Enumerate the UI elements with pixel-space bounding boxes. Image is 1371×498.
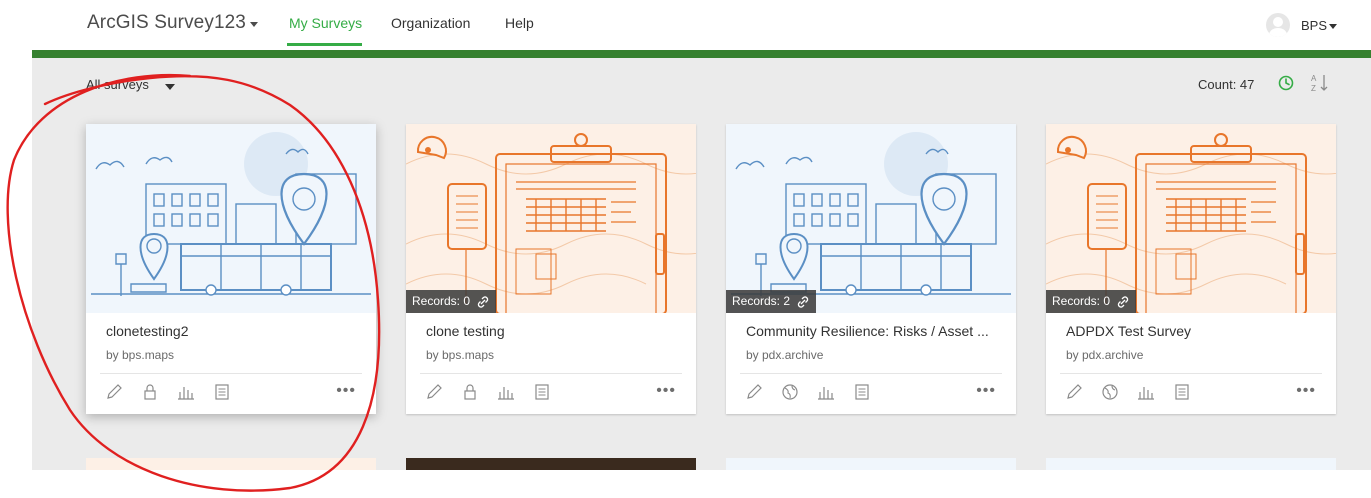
analyze-icon[interactable] — [816, 382, 836, 402]
svg-text:A: A — [1311, 74, 1317, 83]
more-options-button[interactable]: ••• — [336, 383, 356, 399]
records-badge: Records: 2 — [726, 290, 817, 313]
link-icon[interactable] — [796, 295, 810, 309]
globe-icon[interactable] — [1100, 382, 1120, 402]
records-count: Records: 2 — [732, 294, 791, 308]
records-count: Records: 0 — [412, 294, 471, 308]
app-switcher-chevron-icon[interactable] — [250, 22, 258, 27]
more-options-button[interactable]: ••• — [656, 383, 676, 399]
filter-chevron-down-icon[interactable] — [165, 84, 175, 90]
survey-card[interactable]: Records: 0 ADPDX Test Survey by pdx.arch… — [1046, 124, 1336, 414]
clipboard-illustration — [406, 124, 696, 313]
survey-title[interactable]: Community Resilience: Risks / Asset ... — [746, 323, 1001, 339]
data-icon[interactable] — [532, 382, 552, 402]
survey-owner: by pdx.archive — [1066, 348, 1144, 362]
survey-thumbnail[interactable]: Records: 0 — [406, 124, 696, 313]
edit-icon[interactable] — [1064, 382, 1084, 402]
lock-icon[interactable] — [460, 382, 480, 402]
survey-owner: by pdx.archive — [746, 348, 824, 362]
user-menu-chevron-icon — [1329, 24, 1337, 29]
edit-icon[interactable] — [104, 382, 124, 402]
city-bus-illustration — [86, 124, 376, 313]
more-options-button[interactable]: ••• — [1296, 383, 1316, 399]
survey-card-partial[interactable] — [726, 458, 1016, 470]
city-bus-illustration — [726, 124, 1016, 313]
divider — [740, 373, 1002, 374]
nav-active-indicator — [287, 43, 362, 46]
edit-icon[interactable] — [424, 382, 444, 402]
data-icon[interactable] — [212, 382, 232, 402]
data-icon[interactable] — [1172, 382, 1192, 402]
survey-count: Count: 47 — [1198, 77, 1255, 92]
survey-title[interactable]: clone testing — [426, 323, 681, 339]
survey-card-partial[interactable] — [406, 458, 696, 470]
divider — [100, 373, 362, 374]
lock-icon[interactable] — [140, 382, 160, 402]
survey-filter-dropdown[interactable]: All surveys — [86, 77, 149, 92]
user-name: BPS — [1301, 18, 1328, 33]
survey-card[interactable]: Records: 2 Community Resilience: Risks /… — [726, 124, 1016, 414]
survey-card-partial[interactable] — [1046, 458, 1336, 470]
nav-help[interactable]: Help — [505, 15, 534, 31]
sort-alpha-icon[interactable]: A Z — [1311, 73, 1329, 93]
user-menu[interactable]: BPS — [1266, 13, 1346, 39]
divider — [420, 373, 682, 374]
survey-title[interactable]: clonetesting2 — [106, 323, 361, 339]
survey-thumbnail[interactable]: Records: 2 — [726, 124, 1016, 313]
survey-thumbnail[interactable]: Records: 0 — [1046, 124, 1336, 313]
surveys-gallery: All surveys Count: 47 A Z clonetesting2 … — [32, 58, 1371, 470]
link-icon[interactable] — [1116, 295, 1130, 309]
data-icon[interactable] — [852, 382, 872, 402]
link-icon[interactable] — [476, 295, 490, 309]
divider — [1060, 373, 1322, 374]
svg-text:Z: Z — [1311, 84, 1316, 93]
clock-icon[interactable] — [1278, 75, 1294, 91]
more-options-button[interactable]: ••• — [976, 383, 996, 399]
records-count: Records: 0 — [1052, 294, 1111, 308]
card-actions: ••• — [420, 382, 682, 404]
header-accent-bar — [32, 50, 1371, 58]
avatar — [1266, 13, 1290, 37]
survey-card[interactable]: Records: 0 clone testing by bps.maps ••• — [406, 124, 696, 414]
records-badge: Records: 0 — [1046, 290, 1137, 313]
clipboard-illustration — [1046, 124, 1336, 313]
survey-card-partial[interactable] — [86, 458, 376, 470]
survey-thumbnail[interactable] — [86, 124, 376, 313]
card-actions: ••• — [740, 382, 1002, 404]
card-actions: ••• — [100, 382, 362, 404]
survey-owner: by bps.maps — [106, 348, 175, 362]
survey-title[interactable]: ADPDX Test Survey — [1066, 323, 1321, 339]
analyze-icon[interactable] — [1136, 382, 1156, 402]
globe-icon[interactable] — [780, 382, 800, 402]
survey-owner: by bps.maps — [426, 348, 495, 362]
app-title[interactable]: ArcGIS Survey123 — [87, 12, 246, 34]
top-navigation: ArcGIS Survey123 My Surveys Organization… — [0, 0, 1371, 50]
edit-icon[interactable] — [744, 382, 764, 402]
records-badge: Records: 0 — [406, 290, 497, 313]
survey-card[interactable]: clonetesting2 by bps.maps ••• — [86, 124, 376, 414]
analyze-icon[interactable] — [176, 382, 196, 402]
card-actions: ••• — [1060, 382, 1322, 404]
nav-my-surveys[interactable]: My Surveys — [289, 15, 362, 31]
analyze-icon[interactable] — [496, 382, 516, 402]
nav-organization[interactable]: Organization — [391, 15, 470, 31]
